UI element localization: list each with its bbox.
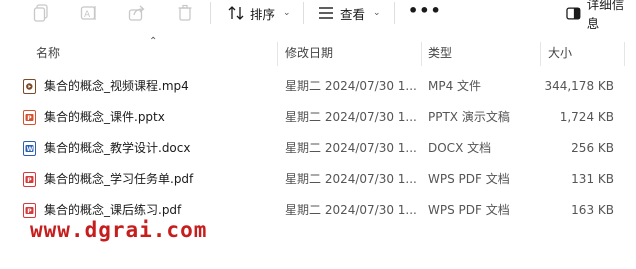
column-header-name[interactable]: 名称 xyxy=(36,38,60,68)
file-size: 131 KB xyxy=(571,172,614,186)
file-name: 集合的概念_视频课程.mp4 xyxy=(44,79,189,93)
file-type: WPS PDF 文档 xyxy=(428,203,510,217)
file-name: 集合的概念_课件.pptx xyxy=(44,110,165,124)
column-header-row: 名称 修改日期 类型 大小 xyxy=(0,38,636,68)
column-divider[interactable] xyxy=(421,42,422,66)
file-row[interactable]: W 集合的概念_教学设计.docx 星期二 2024/07/30 1... DO… xyxy=(0,133,636,164)
details-pane-icon xyxy=(566,6,581,20)
copy-icon[interactable] xyxy=(30,3,52,23)
view-button[interactable]: 查看 ⌄ xyxy=(318,3,381,23)
rename-icon[interactable]: A xyxy=(78,3,100,23)
svg-text:A: A xyxy=(84,10,91,20)
file-modified: 星期二 2024/07/30 1... xyxy=(285,141,417,155)
toolbar-divider xyxy=(210,2,211,24)
file-type: DOCX 文档 xyxy=(428,141,492,155)
file-name: 集合的概念_学习任务单.pdf xyxy=(44,172,194,186)
sort-icon xyxy=(228,6,244,20)
file-modified: 星期二 2024/07/30 1... xyxy=(285,79,417,93)
chevron-down-icon: ⌄ xyxy=(283,8,291,18)
pdf-file-icon: P xyxy=(23,203,36,218)
column-divider[interactable] xyxy=(540,42,541,66)
command-bar: A 排序 ⌄ 查看 ⌄ ••• 详细信息 xyxy=(0,0,636,31)
pptx-file-icon: P xyxy=(23,110,36,125)
file-type: WPS PDF 文档 xyxy=(428,172,510,186)
file-name: 集合的概念_教学设计.docx xyxy=(44,141,191,155)
mp4-file-icon xyxy=(23,79,36,94)
file-modified: 星期二 2024/07/30 1... xyxy=(285,110,417,124)
sort-label: 排序 xyxy=(250,6,276,22)
svg-text:P: P xyxy=(27,177,32,184)
pdf-file-icon: P xyxy=(23,172,36,187)
watermark: www.dgrai.com xyxy=(30,218,208,242)
file-row[interactable]: P 集合的概念_学习任务单.pdf 星期二 2024/07/30 1... WP… xyxy=(0,164,636,195)
file-row[interactable]: 集合的概念_视频课程.mp4 星期二 2024/07/30 1... MP4 文… xyxy=(0,71,636,102)
details-label: 详细信息 xyxy=(586,0,625,31)
file-size: 163 KB xyxy=(571,203,614,217)
column-header-type[interactable]: 类型 xyxy=(428,38,452,68)
file-type: MP4 文件 xyxy=(428,79,482,93)
file-type: PPTX 演示文稿 xyxy=(428,110,510,124)
sort-button[interactable]: 排序 ⌄ xyxy=(228,3,291,23)
delete-icon[interactable] xyxy=(174,3,196,23)
toolbar-divider xyxy=(394,2,395,24)
view-label: 查看 xyxy=(340,6,366,22)
file-size: 1,724 KB xyxy=(559,110,614,124)
view-icon xyxy=(319,7,333,19)
file-modified: 星期二 2024/07/30 1... xyxy=(285,203,417,217)
file-modified: 星期二 2024/07/30 1... xyxy=(285,172,417,186)
file-size: 344,178 KB xyxy=(544,79,614,93)
column-header-modified[interactable]: 修改日期 xyxy=(285,38,333,68)
column-divider[interactable] xyxy=(624,42,625,66)
file-size: 256 KB xyxy=(571,141,614,155)
details-pane-button[interactable]: 详细信息 xyxy=(566,0,636,31)
svg-text:W: W xyxy=(27,146,34,153)
more-options-button[interactable]: ••• xyxy=(408,2,441,24)
svg-text:P: P xyxy=(27,115,32,122)
file-row[interactable]: P 集合的概念_课件.pptx 星期二 2024/07/30 1... PPTX… xyxy=(0,102,636,133)
share-icon[interactable] xyxy=(126,3,148,23)
chevron-down-icon: ⌄ xyxy=(373,8,381,18)
column-header-size[interactable]: 大小 xyxy=(548,38,572,68)
toolbar-divider xyxy=(303,2,304,24)
docx-file-icon: W xyxy=(23,141,36,156)
svg-text:P: P xyxy=(27,208,32,215)
column-divider[interactable] xyxy=(277,42,278,66)
